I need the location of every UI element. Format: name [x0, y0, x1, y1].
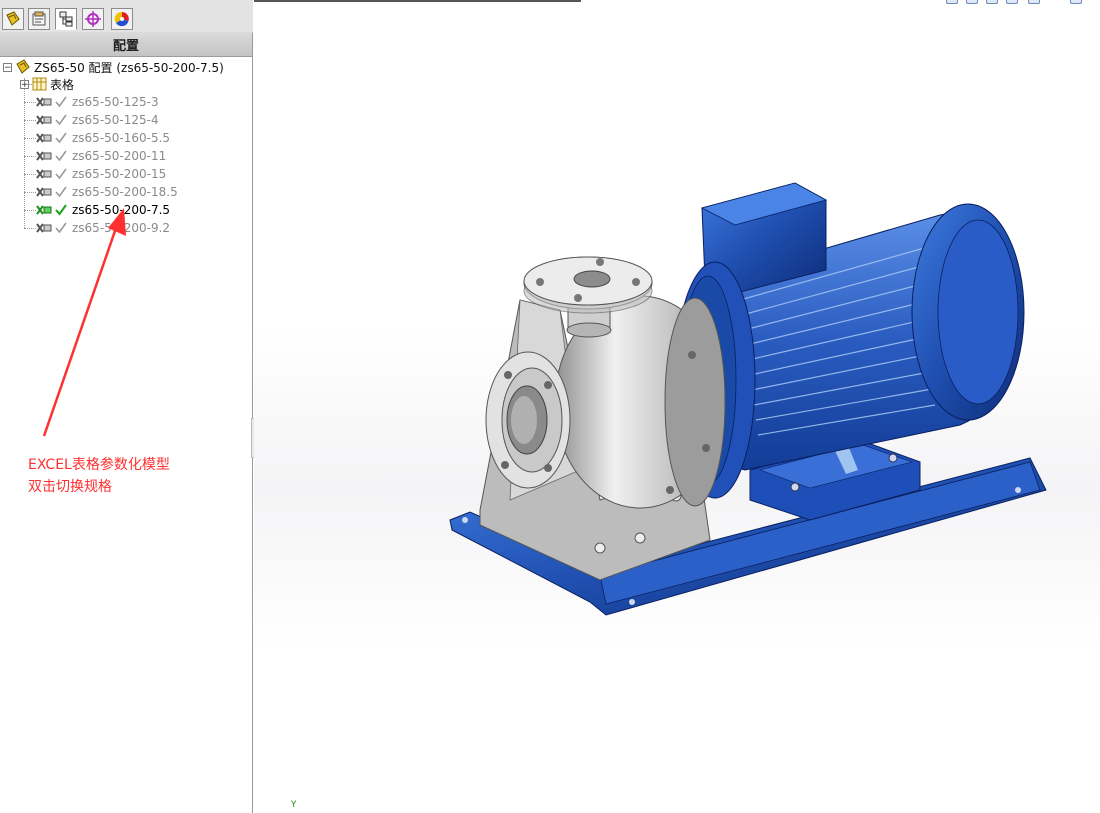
- dimxpert-tab[interactable]: [82, 8, 104, 30]
- config-label: zs65-50-160-5.5: [72, 131, 171, 145]
- configuration-icon: [36, 223, 52, 233]
- feature-manager-tab[interactable]: [2, 8, 24, 30]
- check-icon: [55, 168, 67, 180]
- zoom-area-icon[interactable]: [966, 0, 978, 4]
- zoom-fit-icon[interactable]: [946, 0, 958, 4]
- graphics-viewport[interactable]: [254, 0, 1100, 813]
- check-icon: [55, 150, 67, 162]
- panel-title: 配置: [0, 32, 252, 57]
- check-icon: [55, 96, 67, 108]
- config-item[interactable]: zs65-50-200-11: [36, 147, 166, 165]
- window-top-edge: [254, 0, 581, 2]
- tree-connector: [24, 156, 36, 157]
- config-label: zs65-50-200-11: [72, 149, 167, 163]
- check-icon: [55, 222, 67, 234]
- view-orientation-icon[interactable]: [1028, 0, 1040, 4]
- config-label: zs65-50-200-7.5: [72, 203, 171, 217]
- heads-up-view-toolbar: [940, 0, 1100, 6]
- axis-triad-label: Y: [291, 800, 297, 810]
- configuration-manager-tab[interactable]: [55, 8, 77, 30]
- configuration-icon: [59, 11, 73, 27]
- config-label: zs65-50-200-18.5: [72, 185, 178, 199]
- configuration-manager-panel: 配置 − ZS65-50 配置 (zs65-50-200-7.5) + 表格 z…: [0, 0, 253, 813]
- tree-connector: [24, 210, 36, 211]
- display-manager-icon: [114, 11, 129, 27]
- tree-connector: [24, 102, 36, 103]
- configuration-icon: [36, 115, 52, 125]
- annotation-text: EXCEL表格参数化模型 双击切换规格: [28, 454, 170, 498]
- tree-root[interactable]: − ZS65-50 配置 (zs65-50-200-7.5): [3, 58, 224, 76]
- check-icon: [55, 186, 67, 198]
- tree-connector: [24, 120, 36, 121]
- config-item[interactable]: zs65-50-200-15: [36, 165, 166, 183]
- config-item[interactable]: zs65-50-200-9.2: [36, 219, 170, 237]
- config-label: zs65-50-200-15: [72, 167, 167, 181]
- tree-item-label: 表格: [50, 77, 75, 92]
- property-manager-tab[interactable]: [28, 8, 50, 30]
- property-icon: [32, 11, 46, 26]
- tree-connector: [24, 192, 36, 193]
- pump-model: [449, 182, 1047, 616]
- dimxpert-icon: [85, 11, 101, 27]
- config-label: zs65-50-125-4: [72, 113, 159, 127]
- configuration-icon: [36, 97, 52, 107]
- configuration-icon: [36, 133, 52, 143]
- configuration-root-icon: [16, 59, 30, 74]
- tree-root-label: ZS65-50 配置 (zs65-50-200-7.5): [34, 60, 224, 75]
- section-view-icon[interactable]: [1006, 0, 1018, 4]
- table-icon: [32, 77, 47, 91]
- active-configuration-icon: [36, 205, 52, 215]
- tree-connector: [24, 78, 25, 228]
- collapse-icon[interactable]: −: [3, 62, 12, 72]
- check-icon: [55, 132, 67, 144]
- check-icon: [55, 114, 67, 126]
- config-item-active[interactable]: zs65-50-200-7.5: [36, 201, 170, 219]
- feature-tree-icon: [6, 11, 20, 26]
- configuration-icon: [36, 187, 52, 197]
- display-style-icon[interactable]: [1070, 0, 1082, 4]
- tree-item-table[interactable]: + 表格: [20, 75, 74, 93]
- config-label: zs65-50-200-9.2: [72, 221, 171, 235]
- tree-connector: [24, 174, 36, 175]
- config-item[interactable]: zs65-50-160-5.5: [36, 129, 170, 147]
- config-item[interactable]: zs65-50-125-3: [36, 93, 159, 111]
- configuration-icon: [36, 169, 52, 179]
- annotation-line: EXCEL表格参数化模型: [28, 457, 170, 473]
- config-item[interactable]: zs65-50-125-4: [36, 111, 159, 129]
- config-item[interactable]: zs65-50-200-18.5: [36, 183, 178, 201]
- previous-view-icon[interactable]: [986, 0, 998, 4]
- display-manager-tab[interactable]: [111, 8, 133, 30]
- tree-connector: [24, 138, 36, 139]
- configuration-icon: [36, 151, 52, 161]
- expand-icon[interactable]: +: [20, 79, 29, 89]
- manager-tab-bar: [0, 0, 253, 33]
- check-icon: [55, 204, 67, 216]
- annotation-line: 双击切换规格: [28, 479, 112, 495]
- config-label: zs65-50-125-3: [72, 95, 159, 109]
- tree-connector: [24, 228, 36, 229]
